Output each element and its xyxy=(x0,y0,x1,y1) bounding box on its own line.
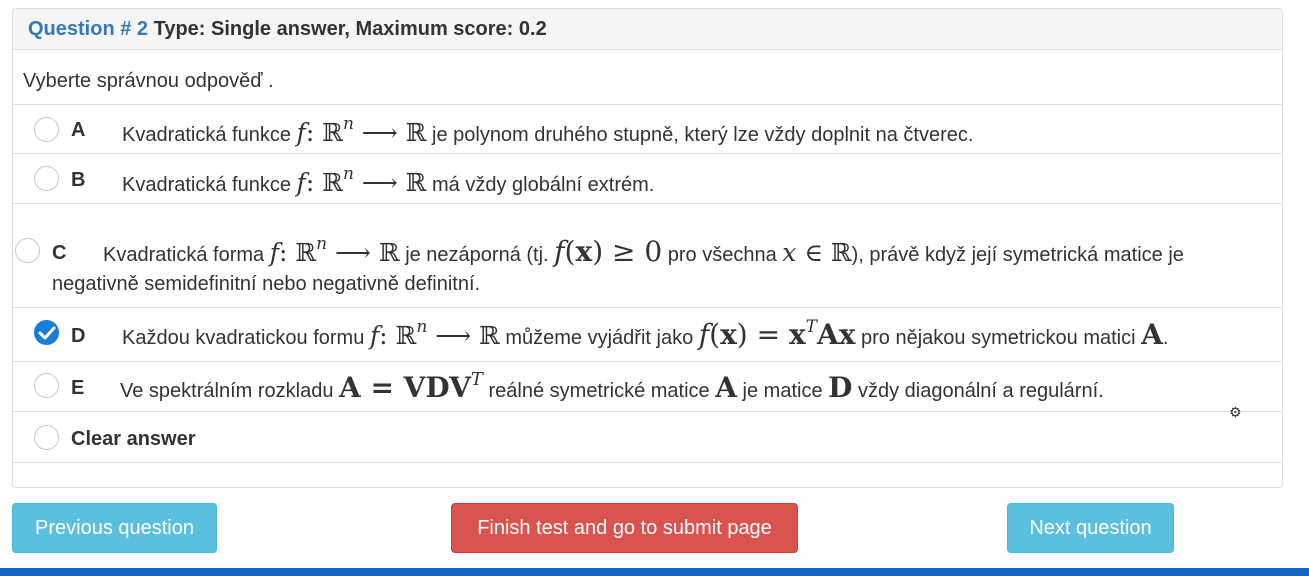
question-type: Type: Single answer, Maximum score: 0.2 xyxy=(153,18,547,40)
clear-answer-option[interactable]: Clear answer xyxy=(13,411,1282,463)
question-number: Question # 2 xyxy=(28,18,149,40)
question-header: Question # 2 Type: Single answer, Maximu… xyxy=(13,9,1282,50)
answer-option-a[interactable]: A Kvadratická funkce f: ℝn ⟶ ℝ je polyno… xyxy=(13,104,1282,154)
radio-button-clear[interactable] xyxy=(34,425,59,450)
bottom-bar xyxy=(0,568,1309,576)
question-instruction: Vyberte správnou odpověď . xyxy=(23,70,274,92)
option-text-c-line1: Kvadratická forma f: ℝn ⟶ ℝ je nezáporná… xyxy=(103,234,1184,268)
option-letter-a: A xyxy=(71,119,86,141)
option-text-c-line2: negativně semidefinitní nebo negativně d… xyxy=(52,273,481,295)
option-letter-b: B xyxy=(71,169,86,191)
radio-button-b[interactable] xyxy=(34,166,59,191)
finish-test-button[interactable]: Finish test and go to submit page xyxy=(451,503,798,553)
radio-button-c[interactable] xyxy=(15,238,40,263)
option-letter-c: C xyxy=(52,242,67,264)
previous-question-button[interactable]: Previous question xyxy=(12,503,217,553)
answer-option-e[interactable]: E Ve spektrálním rozkladu A = VDVT reáln… xyxy=(13,361,1282,412)
gear-icon[interactable]: ⚙ xyxy=(1229,404,1242,421)
radio-button-e[interactable] xyxy=(34,373,59,398)
radio-button-a[interactable] xyxy=(34,117,59,142)
option-text-b: Kvadratická funkce f: ℝn ⟶ ℝ má vždy glo… xyxy=(122,164,655,197)
answer-list: A Kvadratická funkce f: ℝn ⟶ ℝ je polyno… xyxy=(13,104,1282,463)
option-text-e: Ve spektrálním rozkladu A = VDVT reálné … xyxy=(120,369,1104,404)
option-text-d: Každou kvadratickou formu f: ℝn ⟶ ℝ může… xyxy=(122,317,1169,351)
option-letter-e: E xyxy=(71,377,85,399)
answer-option-d[interactable]: D Každou kvadratickou formu f: ℝn ⟶ ℝ mů… xyxy=(13,307,1282,362)
question-panel: Question # 2 Type: Single answer, Maximu… xyxy=(12,8,1283,488)
clear-answer-label: Clear answer xyxy=(71,428,196,450)
radio-button-d-checked[interactable] xyxy=(34,320,59,345)
answer-option-b[interactable]: B Kvadratická funkce f: ℝn ⟶ ℝ má vždy g… xyxy=(13,153,1282,204)
checkmark-icon xyxy=(38,326,56,340)
answer-option-c[interactable]: C Kvadratická forma f: ℝn ⟶ ℝ je nezápor… xyxy=(13,203,1282,308)
option-letter-d: D xyxy=(71,325,86,347)
next-question-button[interactable]: Next question xyxy=(1007,503,1174,553)
option-text-a: Kvadratická funkce f: ℝn ⟶ ℝ je polynom … xyxy=(122,114,974,147)
